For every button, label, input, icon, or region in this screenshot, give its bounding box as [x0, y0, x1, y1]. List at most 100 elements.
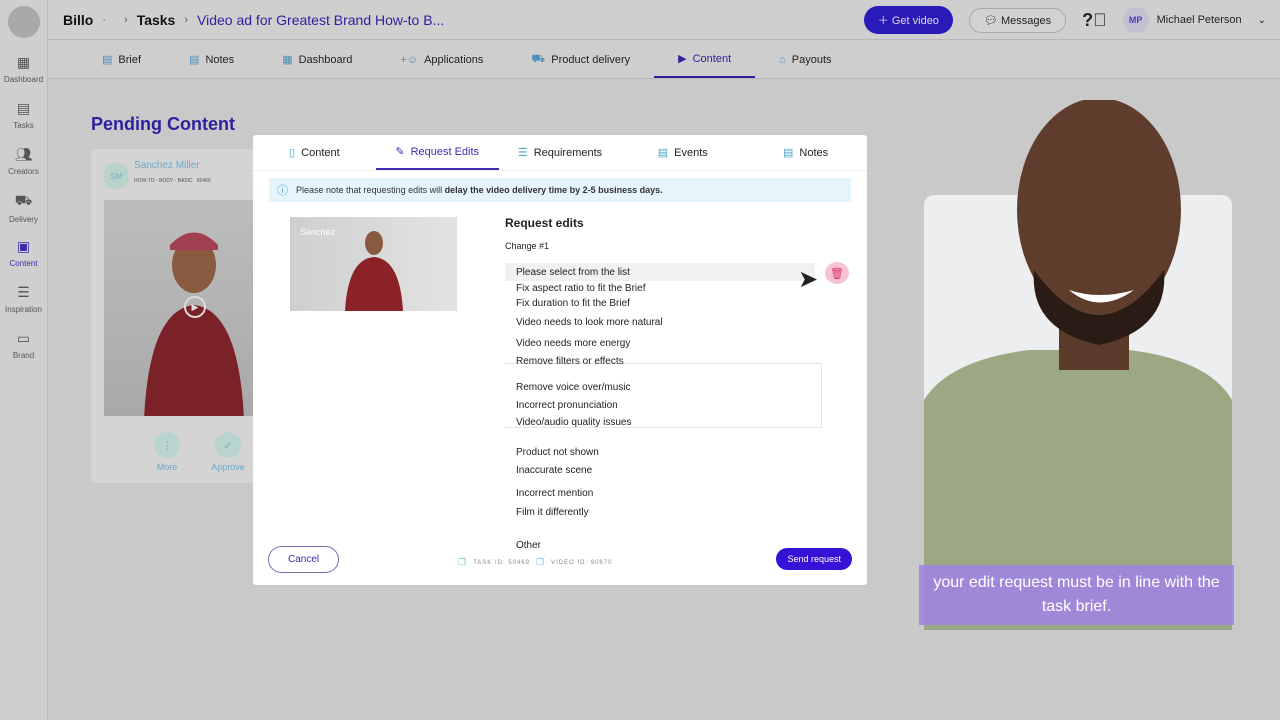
video-id: VIDEO ID: 90670 [551, 559, 613, 566]
more-label: More [156, 462, 178, 472]
logo[interactable] [7, 6, 40, 38]
presenter-video-overlay: your edit request must be in line with t… [919, 100, 1234, 630]
avatar[interactable]: MP [1122, 7, 1149, 33]
more-vertical-icon: ⋮ [154, 432, 180, 458]
user-name[interactable]: Michael Peterson [1157, 14, 1242, 26]
task-id-tag: 50469 [196, 178, 211, 184]
chevron-right-icon: › [184, 13, 189, 26]
play-icon[interactable]: ▶ [184, 296, 206, 318]
tab-label: Requirements [533, 146, 603, 159]
delete-change-button[interactable]: 🗑︎ [825, 262, 849, 284]
truck-icon: ⛟ [14, 192, 33, 208]
content-card: SM Sanchez Miller HOW-TO - BODY - BASIC … [91, 149, 261, 483]
sidebar-item-creators[interactable]: 👥︎ Creators [0, 142, 47, 188]
caption: your edit request must be in line with t… [919, 565, 1234, 625]
sidebar-item-delivery[interactable]: ⛟ Delivery [0, 188, 47, 234]
chevron-down-icon[interactable]: ⌄ [1258, 15, 1266, 26]
notice-text: Please note that requesting edits will [296, 185, 445, 195]
more-button[interactable]: ⋮ More [147, 432, 187, 472]
tab-product-delivery[interactable]: ⛟ Product delivery [507, 41, 654, 78]
approve-label: Approve [211, 462, 245, 472]
task-id: TASK ID: 50469 [473, 559, 530, 566]
dropdown-option[interactable]: Incorrect pronunciation [516, 400, 618, 411]
tab-content[interactable]: ▶ Content [654, 41, 756, 78]
task-tabs: ▤ Brief ▤ Notes ▦ Dashboard +☺ Applications … [48, 41, 1280, 79]
note-icon: ▤ [189, 54, 200, 66]
info-icon: ⓘ [277, 185, 288, 197]
messages-button[interactable]: 💬︎ Messages [968, 7, 1067, 33]
dropdown-option[interactable]: Remove filters or effects [516, 356, 624, 367]
modal-tab-content[interactable]: ▯ Content [253, 135, 376, 170]
edit-reason-dropdown[interactable]: Please select from the list Fix aspect r… [505, 263, 822, 563]
sidebar-label: Inspiration [5, 305, 42, 314]
dropdown-dot-icon[interactable]: · [102, 14, 106, 26]
image-icon: ▣ [16, 238, 31, 254]
tab-label: Brief [118, 53, 142, 66]
creator-name[interactable]: Sanchez Miller [134, 160, 200, 171]
help-icon[interactable]: ?⃝ [1082, 10, 1107, 31]
sidebar-item-tasks[interactable]: ▤ Tasks [0, 96, 47, 142]
modal-footer: Cancel ❐ TASK ID: 50469 ❐ VIDEO ID: 90670 S… [253, 535, 867, 585]
tab-label: Content [301, 146, 340, 159]
tab-payouts[interactable]: ⌂ Payouts [755, 41, 855, 78]
modal-tab-notes[interactable]: ▤ Notes [744, 135, 867, 170]
sidebar-label: Creators [8, 167, 39, 176]
sidebar-item-brand[interactable]: ▭ Brand [0, 326, 47, 372]
dropdown-option[interactable]: Product not shown [516, 447, 599, 458]
breadcrumb-billo[interactable]: Billo [63, 12, 93, 28]
sidebar-label: Delivery [9, 215, 38, 224]
dropdown-option[interactable]: Incorrect mention [516, 488, 593, 499]
creator-avatar: SM [103, 163, 129, 189]
sidebar-label: Content [9, 259, 38, 268]
sidebar-label: Brand [12, 351, 35, 360]
get-video-label: Get video [891, 15, 939, 27]
creator-video-image [144, 232, 244, 416]
page-title: Pending Content [91, 114, 235, 134]
messages-label: Messages [1000, 14, 1052, 27]
get-video-button[interactable]: ＋ Get video [863, 6, 953, 34]
notice-bold-text: delay the video delivery time by 2-5 bus… [444, 185, 663, 195]
tab-label: Request Edits [410, 145, 480, 158]
dropdown-option[interactable]: Fix aspect ratio to fit the Brief [516, 283, 646, 294]
approve-button[interactable]: ✓ Approve [208, 432, 248, 472]
tab-label: Events [674, 146, 708, 159]
send-request-button[interactable]: Send request [776, 548, 852, 570]
presenter-image [924, 100, 1232, 630]
delay-notice: ⓘ Please note that requesting edits will … [269, 178, 851, 202]
modal-tab-events[interactable]: ▤ Events [621, 135, 744, 170]
sidebar-item-inspiration[interactable]: ☰ Inspiration [0, 280, 47, 326]
stack-icon: ☰ [17, 284, 30, 300]
dropdown-option[interactable]: Remove voice over/music [516, 382, 630, 393]
truck-icon: ⛟ [531, 52, 546, 65]
tab-applications[interactable]: +☺ Applications [376, 41, 507, 78]
option-placeholder[interactable]: Please select from the list [516, 267, 630, 278]
dropdown-option[interactable]: Video needs to look more natural [516, 317, 663, 328]
copy-icon[interactable]: ❐ [536, 557, 545, 568]
dropdown-option[interactable]: Video/audio quality issues [516, 417, 631, 428]
cancel-button[interactable]: Cancel [268, 546, 340, 573]
mouse-cursor-icon: ➤ [798, 266, 819, 293]
dropdown-option[interactable]: Fix duration to fit the Brief [516, 298, 630, 309]
video-thumbnail[interactable]: Sanchez [290, 217, 457, 311]
sidebar-item-content[interactable]: ▣ Content [0, 234, 47, 280]
dropdown-option[interactable]: Film it differently [516, 507, 589, 518]
list-icon: ☰ [517, 147, 528, 159]
video-icon: ▶ [678, 53, 687, 65]
tab-brief[interactable]: ▤ Brief [78, 41, 165, 78]
chevron-right-icon: › [124, 13, 128, 26]
modal-tab-request-edits[interactable]: ✎ Request Edits [375, 135, 499, 170]
tab-dashboard[interactable]: ▦ Dashboard [258, 41, 376, 78]
clipboard-icon: ▤ [16, 100, 31, 116]
sidebar-item-dashboard[interactable]: ▦ Dashboard [0, 50, 47, 96]
breadcrumb-tasks[interactable]: Tasks [137, 12, 176, 28]
dropdown-option[interactable]: Video needs more energy [516, 338, 630, 349]
tab-notes[interactable]: ▤ Notes [165, 41, 258, 78]
copy-icon[interactable]: ❐ [458, 557, 467, 568]
chat-bubble-icon: 💬︎ [983, 14, 1001, 27]
tab-label: Notes [205, 53, 235, 66]
dropdown-option[interactable]: Other [516, 540, 541, 551]
video-preview[interactable]: ▶ [104, 200, 261, 416]
dropdown-option[interactable]: Inaccurate scene [516, 465, 592, 476]
modal-tab-requirements[interactable]: ☰ Requirements [499, 135, 622, 170]
request-edits-heading: Request edits [505, 216, 584, 230]
